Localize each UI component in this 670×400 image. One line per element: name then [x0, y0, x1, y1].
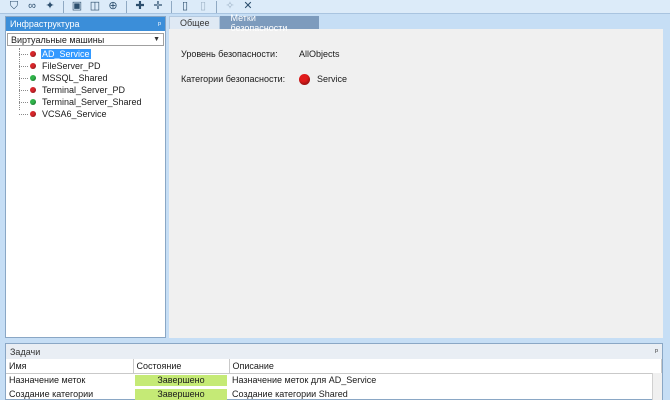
- tree-item-ad-service[interactable]: AD_Service: [6, 48, 165, 60]
- security-level-row: Уровень безопасности: AllObjects: [181, 47, 663, 61]
- box-open-icon[interactable]: ▣: [69, 0, 85, 13]
- tree-item-mssql-shared[interactable]: MSSQL_Shared: [6, 72, 165, 84]
- security-category: Service: [299, 73, 348, 85]
- tab-security-labels[interactable]: Метки безопасности: [220, 13, 320, 33]
- tree-item-label: AD_Service: [41, 49, 91, 59]
- tree-item-vcsa6-service[interactable]: VCSA6_Service: [6, 108, 165, 120]
- target-icon[interactable]: ⊕: [105, 0, 121, 13]
- task-description: Создание категории Shared: [232, 389, 348, 399]
- status-dot-icon: [30, 63, 36, 69]
- box-icon[interactable]: ◫: [87, 0, 103, 13]
- security-labels-content: Уровень безопасности: AllObjects Категор…: [169, 29, 663, 86]
- tree-item-label: FileServer_PD: [42, 61, 101, 71]
- view-selector[interactable]: Виртуальные машины ▼: [7, 33, 164, 46]
- security-categories-row: Категории безопасности: Service: [181, 72, 663, 86]
- tree-item-label: Terminal_Server_PD: [42, 85, 126, 95]
- tab-label: Общее: [180, 18, 210, 28]
- user-plus-icon[interactable]: ✚: [132, 0, 148, 13]
- tasks-title: Задачи: [10, 346, 41, 357]
- tasks-table: Имя Состояние Описание Назначение меток …: [6, 359, 662, 400]
- tasks-header-row: Имя Состояние Описание: [6, 359, 662, 374]
- task-name: Назначение меток: [9, 375, 86, 386]
- tools-icon[interactable]: ✕: [240, 0, 256, 13]
- view-selector-value: Виртуальные машины: [11, 34, 105, 45]
- tab-label: Метки безопасности: [230, 12, 288, 33]
- details-pane: Общее Метки безопасности Уровень безопас…: [169, 13, 663, 338]
- tasks-pane: Задачи ᵖ Имя Состояние Описание Назначен…: [5, 343, 663, 400]
- task-description: Назначение меток для AD_Service: [232, 375, 377, 386]
- toolbar-separator: [63, 0, 64, 13]
- category-color-icon: [299, 73, 310, 85]
- tree-item-terminal-server-pd[interactable]: Terminal_Server_PD: [6, 84, 165, 96]
- pin-pane-icon[interactable]: ᵖ: [655, 347, 658, 356]
- tree-item-fileserver-pd[interactable]: FileServer_PD: [6, 60, 165, 72]
- pin-pane-icon[interactable]: ᵖ: [158, 20, 161, 29]
- toolbar-separator: [216, 0, 217, 13]
- user-minus-icon[interactable]: ✛: [150, 0, 166, 13]
- security-level-label: Уровень безопасности:: [181, 49, 278, 59]
- vertical-scrollbar[interactable]: [652, 373, 662, 400]
- magic-icon[interactable]: ✧: [222, 0, 238, 13]
- security-categories-label: Категории безопасности:: [181, 74, 286, 84]
- vm-tree: AD_Service FileServer_PD MSSQL_Shared Te…: [6, 48, 165, 120]
- table-row[interactable]: Создание категории Завершено Создание ка…: [6, 387, 662, 400]
- pane-title: Инфраструктура: [10, 19, 80, 29]
- chevron-down-icon: ▼: [153, 36, 160, 43]
- device-dim-icon[interactable]: ▯: [195, 0, 211, 13]
- status-dot-icon: [30, 99, 36, 105]
- security-category-value: Service: [317, 74, 348, 84]
- toolbar-separator: [171, 0, 172, 13]
- infrastructure-pane: Инфраструктура ᵖ Виртуальные машины ▼ AD…: [5, 16, 166, 338]
- status-dot-icon: [30, 87, 36, 93]
- toolbar-separator: [126, 0, 127, 13]
- table-row[interactable]: Назначение меток Завершено Назначение ме…: [6, 373, 662, 387]
- column-header-state[interactable]: Состояние: [133, 359, 230, 374]
- pin-icon[interactable]: ✦: [42, 0, 58, 13]
- status-dot-icon: [30, 111, 36, 117]
- tasks-pane-header: Задачи ᵖ: [6, 344, 662, 359]
- infrastructure-pane-header: Инфраструктура ᵖ: [6, 17, 165, 31]
- column-header-description[interactable]: Описание: [229, 359, 662, 374]
- device-icon[interactable]: ▯: [177, 0, 193, 13]
- status-dot-icon: [30, 75, 36, 81]
- tree-item-label: MSSQL_Shared: [42, 73, 108, 83]
- tree-item-label: Terminal_Server_Shared: [42, 97, 142, 107]
- column-header-name[interactable]: Имя: [6, 359, 134, 374]
- tree-item-terminal-server-shared[interactable]: Terminal_Server_Shared: [6, 96, 165, 108]
- status-badge: Завершено: [135, 374, 227, 386]
- shield-icon[interactable]: ⛉: [6, 0, 22, 13]
- tab-general[interactable]: Общее: [169, 16, 221, 29]
- status-badge: Завершено: [135, 388, 227, 400]
- tab-strip: Общее Метки безопасности: [169, 13, 663, 33]
- toolbar: ⛉ ∞ ✦ ▣ ◫ ⊕ ✚ ✛ ▯ ▯ ✧ ✕: [0, 0, 670, 14]
- status-dot-icon: [30, 51, 36, 57]
- security-level-value: AllObjects: [299, 49, 340, 59]
- task-name: Создание категории: [9, 389, 94, 399]
- tree-item-label: VCSA6_Service: [42, 109, 107, 119]
- connect-icon[interactable]: ∞: [24, 0, 40, 13]
